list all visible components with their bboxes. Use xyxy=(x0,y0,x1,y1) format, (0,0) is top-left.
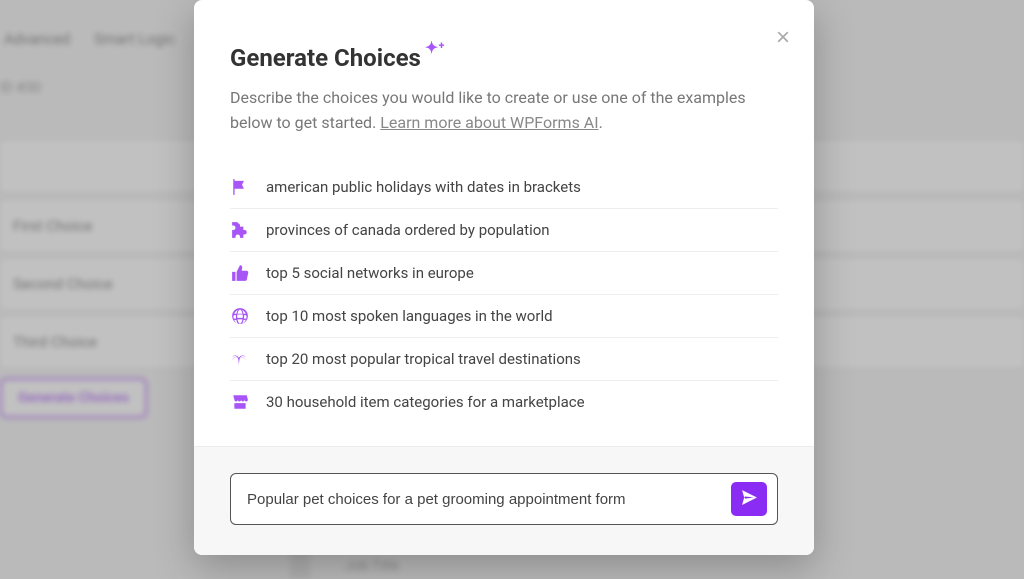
prompt-input[interactable] xyxy=(247,491,721,508)
example-item-holidays[interactable]: american public holidays with dates in b… xyxy=(230,166,778,208)
sparkle-icon: ✦⁺ xyxy=(425,40,445,56)
close-button[interactable]: × xyxy=(776,26,790,50)
send-icon xyxy=(741,489,758,509)
example-text: provinces of canada ordered by populatio… xyxy=(266,221,550,239)
example-item-provinces[interactable]: provinces of canada ordered by populatio… xyxy=(230,208,778,251)
learn-more-link[interactable]: Learn more about WPForms AI xyxy=(380,113,598,132)
example-item-marketplace[interactable]: 30 household item categories for a marke… xyxy=(230,380,778,423)
puzzle-icon xyxy=(230,220,250,240)
example-text: 30 household item categories for a marke… xyxy=(266,393,585,411)
modal-title-text: Generate Choices xyxy=(230,44,421,72)
send-button[interactable] xyxy=(731,482,767,516)
modal-footer xyxy=(194,446,814,555)
example-text: american public holidays with dates in b… xyxy=(266,178,581,196)
example-text: top 5 social networks in europe xyxy=(266,264,474,282)
palm-tree-icon xyxy=(230,349,250,369)
example-item-travel[interactable]: top 20 most popular tropical travel dest… xyxy=(230,337,778,380)
flag-icon xyxy=(230,177,250,197)
prompt-container xyxy=(230,473,778,525)
example-item-languages[interactable]: top 10 most spoken languages in the worl… xyxy=(230,294,778,337)
generate-choices-modal: × Generate Choices ✦⁺ Describe the choic… xyxy=(194,0,814,555)
modal-title: Generate Choices ✦⁺ xyxy=(230,44,445,72)
example-text: top 20 most popular tropical travel dest… xyxy=(266,350,581,368)
modal-description: Describe the choices you would like to c… xyxy=(230,86,750,136)
close-icon: × xyxy=(776,24,790,51)
example-item-social[interactable]: top 5 social networks in europe xyxy=(230,251,778,294)
example-text: top 10 most spoken languages in the worl… xyxy=(266,307,553,325)
store-icon xyxy=(230,392,250,412)
globe-icon xyxy=(230,306,250,326)
examples-list: american public holidays with dates in b… xyxy=(194,166,814,423)
thumbs-up-icon xyxy=(230,263,250,283)
